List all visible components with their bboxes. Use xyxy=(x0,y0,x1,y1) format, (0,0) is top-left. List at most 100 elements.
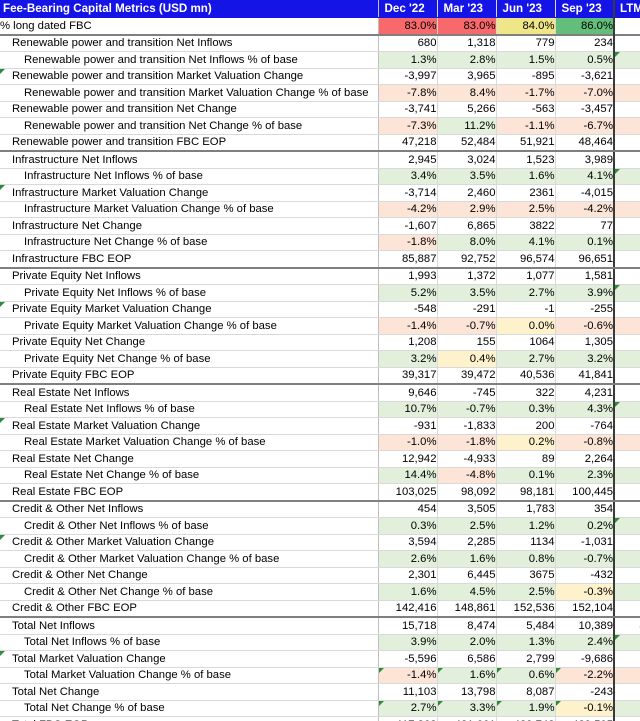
cell-dec-22[interactable]: 680 xyxy=(378,33,438,52)
cell-ltm[interactable]: 3,011 xyxy=(613,33,640,52)
cell-jun-23[interactable]: 8,087 xyxy=(496,683,556,701)
cell-jun-23[interactable]: 96,574 xyxy=(496,250,556,269)
cell-jun-23[interactable]: 1064 xyxy=(496,334,556,351)
cell-jun-23[interactable]: 2,799 xyxy=(496,650,556,668)
cell-dec-22[interactable]: 1.3% xyxy=(378,51,438,69)
cell-ltm[interactable]: 15.8% xyxy=(613,284,640,302)
cell-mar-23[interactable]: 8.4% xyxy=(437,84,497,102)
cell-dec-22[interactable]: 15,718 xyxy=(378,617,438,635)
cell-jun-23[interactable]: 40,536 xyxy=(496,367,556,385)
cell-jun-23[interactable]: 2.7% xyxy=(496,350,556,368)
column-header-jun-23[interactable]: Jun '23 xyxy=(496,0,556,18)
cell-mar-23[interactable]: 11.2% xyxy=(437,117,497,135)
cell-dec-22[interactable]: 3.2% xyxy=(378,350,438,368)
cell-sep-23[interactable]: -0.3% xyxy=(555,583,614,601)
cell-mar-23[interactable]: 3,505 xyxy=(437,500,497,518)
cell-mar-23[interactable]: -291 xyxy=(437,301,497,318)
column-header-sep-23[interactable]: Sep '23 xyxy=(555,0,615,18)
cell-sep-23[interactable]: 152,104 xyxy=(555,600,614,618)
cell-sep-23[interactable]: 234 xyxy=(555,33,614,52)
cell-dec-22[interactable]: -931 xyxy=(378,417,438,435)
cell-sep-23[interactable]: -255 xyxy=(555,301,614,318)
cell-mar-23[interactable]: -745 xyxy=(437,384,497,402)
cell-ltm[interactable]: -5,897 xyxy=(613,650,640,668)
cell-jun-23[interactable]: -895 xyxy=(496,68,556,85)
cell-dec-22[interactable]: 11,103 xyxy=(378,683,438,701)
cell-mar-23[interactable]: 6,865 xyxy=(437,217,497,235)
cell-ltm[interactable] xyxy=(613,134,640,152)
cell-mar-23[interactable]: 2.9% xyxy=(437,201,497,218)
cell-ltm[interactable]: -2,495 xyxy=(613,101,640,118)
cell-ltm[interactable]: 8.6% xyxy=(613,583,640,601)
cell-jun-23[interactable]: 322 xyxy=(496,384,556,402)
cell-mar-23[interactable]: 1,372 xyxy=(437,267,497,285)
cell-ltm[interactable]: 32,745 xyxy=(613,683,640,701)
cell-dec-22[interactable]: -1.4% xyxy=(378,667,438,684)
cell-dec-22[interactable]: 0.3% xyxy=(378,517,438,535)
cell-jun-23[interactable]: 84.0% xyxy=(496,17,556,35)
cell-jun-23[interactable]: 1.6% xyxy=(496,168,556,185)
cell-sep-23[interactable]: 3.2% xyxy=(555,350,614,368)
cell-ltm[interactable] xyxy=(613,367,640,385)
cell-dec-22[interactable]: 103,025 xyxy=(378,483,438,502)
cell-jun-23[interactable]: 3822 xyxy=(496,217,556,235)
cell-dec-22[interactable]: 142,416 xyxy=(378,600,438,618)
cell-mar-23[interactable]: 8,474 xyxy=(437,617,497,635)
cell-sep-23[interactable]: 1,305 xyxy=(555,334,614,351)
cell-dec-22[interactable]: 1.6% xyxy=(378,583,438,601)
cell-jun-23[interactable]: 4.1% xyxy=(496,234,556,251)
cell-dec-22[interactable]: 2,945 xyxy=(378,151,438,169)
cell-jun-23[interactable]: 3675 xyxy=(496,567,556,584)
cell-sep-23[interactable]: 0.2% xyxy=(555,517,614,535)
cell-ltm[interactable]: 11,989 xyxy=(613,567,640,584)
cell-mar-23[interactable]: 83.0% xyxy=(437,17,497,35)
cell-sep-23[interactable]: -6.7% xyxy=(555,117,614,135)
cell-mar-23[interactable]: 155 xyxy=(437,334,497,351)
cell-ltm[interactable]: 40,065 xyxy=(613,617,640,635)
cell-jun-23[interactable]: 2.7% xyxy=(496,284,556,302)
cell-mar-23[interactable]: 2.0% xyxy=(437,634,497,651)
cell-ltm[interactable]: 9,157 xyxy=(613,217,640,235)
cell-sep-23[interactable]: -0.7% xyxy=(555,550,614,568)
cell-sep-23[interactable]: 2.3% xyxy=(555,467,614,484)
cell-sep-23[interactable]: -432 xyxy=(555,567,614,584)
cell-ltm[interactable]: -3,328 xyxy=(613,417,640,435)
cell-mar-23[interactable]: 431,661 xyxy=(437,716,497,721)
cell-mar-23[interactable]: -4,933 xyxy=(437,450,497,468)
cell-jun-23[interactable]: 1134 xyxy=(496,534,556,551)
cell-dec-22[interactable]: 85,887 xyxy=(378,250,438,269)
cell-dec-22[interactable]: 1,208 xyxy=(378,334,438,351)
cell-mar-23[interactable]: 3,965 xyxy=(437,68,497,85)
cell-dec-22[interactable]: 1,993 xyxy=(378,267,438,285)
cell-ltm[interactable]: 9.8% xyxy=(613,350,640,368)
cell-mar-23[interactable]: 2.8% xyxy=(437,51,497,69)
cell-dec-22[interactable]: 2.7% xyxy=(378,700,438,717)
cell-ltm[interactable]: 14.9% xyxy=(613,401,640,418)
cell-ltm[interactable]: 6,023 xyxy=(613,267,640,285)
cell-sep-23[interactable]: 96,651 xyxy=(555,250,614,269)
cell-jun-23[interactable]: 1,077 xyxy=(496,267,556,285)
cell-sep-23[interactable]: -7.0% xyxy=(555,84,614,102)
cell-dec-22[interactable]: -7.8% xyxy=(378,84,438,102)
cell-mar-23[interactable]: 52,484 xyxy=(437,134,497,152)
cell-mar-23[interactable]: 92,752 xyxy=(437,250,497,269)
cell-sep-23[interactable]: 1,581 xyxy=(555,267,614,285)
cell-jun-23[interactable]: -563 xyxy=(496,101,556,118)
cell-sep-23[interactable]: -1,031 xyxy=(555,534,614,551)
cell-mar-23[interactable]: 2,460 xyxy=(437,184,497,202)
cell-sep-23[interactable]: 48,464 xyxy=(555,134,614,152)
cell-dec-22[interactable]: -548 xyxy=(378,301,438,318)
cell-ltm[interactable]: 13.1% xyxy=(613,168,640,185)
cell-jun-23[interactable]: 439,748 xyxy=(496,716,556,721)
cell-dec-22[interactable]: 2.6% xyxy=(378,550,438,568)
cell-ltm[interactable]: 11.5% xyxy=(613,467,640,484)
cell-mar-23[interactable]: -4.8% xyxy=(437,467,497,484)
cell-sep-23[interactable]: 41,841 xyxy=(555,367,614,385)
cell-dec-22[interactable]: 3.4% xyxy=(378,168,438,185)
cell-sep-23[interactable]: 100,445 xyxy=(555,483,614,502)
cell-jun-23[interactable]: 0.3% xyxy=(496,401,556,418)
cell-mar-23[interactable]: 39,472 xyxy=(437,367,497,385)
cell-ltm[interactable]: -8.9% xyxy=(613,84,640,102)
cell-dec-22[interactable]: 417,863 xyxy=(378,716,438,721)
cell-sep-23[interactable]: -3,457 xyxy=(555,101,614,118)
